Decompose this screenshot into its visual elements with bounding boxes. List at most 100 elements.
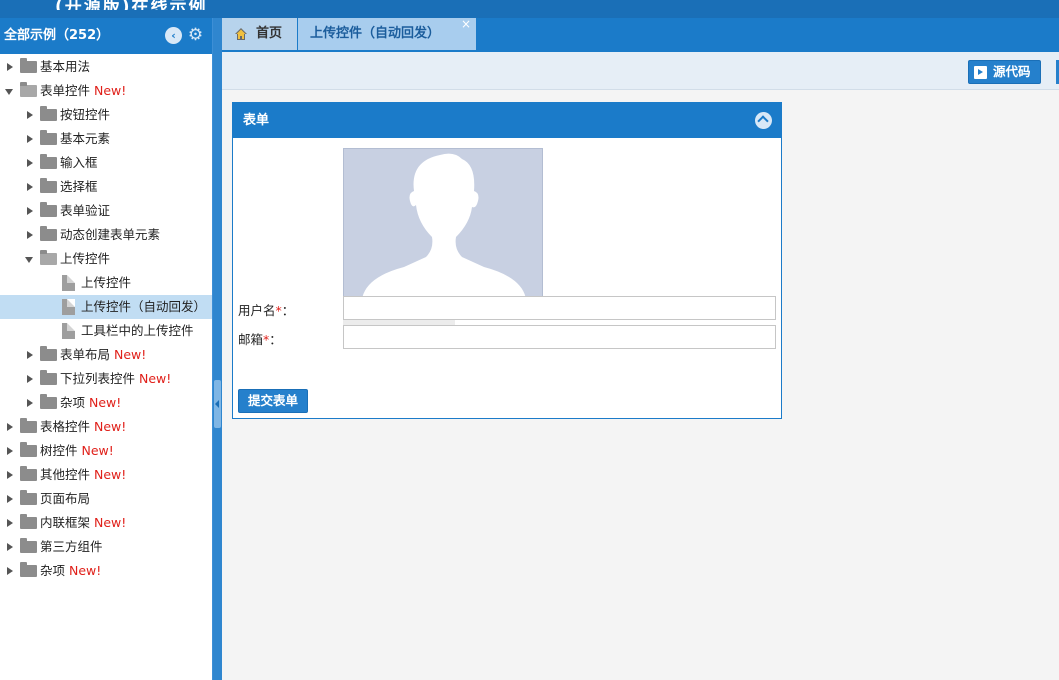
- tree-item-label: 工具栏中的上传控件: [81, 323, 194, 338]
- file-icon: [62, 275, 75, 291]
- app-title: (开源版)在线示例: [55, 0, 208, 10]
- gear-icon[interactable]: ⚙: [187, 27, 204, 44]
- chevron-down-icon[interactable]: [5, 89, 13, 95]
- new-badge: New!: [94, 467, 127, 482]
- tree-item-label: 选择框: [60, 179, 98, 194]
- form-panel-title: 表单: [243, 113, 270, 128]
- folder-icon: [20, 514, 37, 529]
- tree-folder-item[interactable]: 表格控件 New!: [0, 415, 212, 439]
- chevron-right-icon[interactable]: [27, 375, 33, 383]
- chevron-right-icon[interactable]: [7, 471, 13, 479]
- folder-icon: [20, 538, 37, 553]
- tree-item-label: 树控件 New!: [40, 443, 114, 458]
- tree-leaf-item[interactable]: 上传控件（自动回发）: [0, 295, 212, 319]
- new-badge: New!: [94, 515, 127, 530]
- sidebar: 全部示例（252） ‹ ⚙ 基本用法表单控件 New! 按钮控件基本元素输入框选择框…: [0, 18, 213, 680]
- tab-upload-label: 上传控件（自动回发）: [310, 26, 441, 41]
- folder-icon: [40, 202, 57, 217]
- tree-folder-item[interactable]: 基本元素: [0, 127, 212, 151]
- chevron-right-icon[interactable]: [7, 423, 13, 431]
- tree-folder-item[interactable]: 基本用法: [0, 55, 212, 79]
- sidebar-splitter[interactable]: [213, 18, 222, 680]
- new-badge: New!: [94, 419, 127, 434]
- tree-folder-item[interactable]: 表单布局 New!: [0, 343, 212, 367]
- tree-folder-item[interactable]: 杂项 New!: [0, 391, 212, 415]
- chevron-right-icon[interactable]: [7, 519, 13, 527]
- form-panel-header: 表单: [233, 103, 781, 138]
- tree-folder-item[interactable]: 表单验证: [0, 199, 212, 223]
- chevron-right-icon[interactable]: [7, 567, 13, 575]
- tree-folder-item[interactable]: 输入框: [0, 151, 212, 175]
- folder-icon: [40, 370, 57, 385]
- email-input[interactable]: [343, 325, 776, 349]
- tree-folder-item[interactable]: 其他控件 New!: [0, 463, 212, 487]
- tree-folder-item[interactable]: 选择框: [0, 175, 212, 199]
- source-code-button[interactable]: 源代码: [968, 60, 1041, 84]
- submit-form-button[interactable]: 提交表单: [238, 389, 308, 413]
- splitter-collapse-handle[interactable]: [214, 380, 221, 428]
- source-code-label: 源代码: [993, 64, 1031, 79]
- chevron-right-icon[interactable]: [27, 111, 33, 119]
- tree-item-label: 内联框架 New!: [40, 515, 127, 530]
- chevron-right-icon[interactable]: [27, 207, 33, 215]
- new-badge: New!: [69, 563, 102, 578]
- new-badge: New!: [114, 347, 147, 362]
- folder-icon: [20, 490, 37, 505]
- tree-folder-item[interactable]: 内联框架 New!: [0, 511, 212, 535]
- tree-item-label: 其他控件 New!: [40, 467, 127, 482]
- tree-item-label: 杂项 New!: [40, 563, 102, 578]
- tab-upload-autopostback[interactable]: 上传控件（自动回发） ×: [298, 17, 476, 50]
- folder-icon: [20, 466, 37, 481]
- tree-folder-item[interactable]: 树控件 New!: [0, 439, 212, 463]
- avatar-image: [343, 148, 543, 298]
- folder-icon: [20, 562, 37, 577]
- tree-folder-item[interactable]: 动态创建表单元素: [0, 223, 212, 247]
- tree-folder-item[interactable]: 按钮控件: [0, 103, 212, 127]
- tree-item-label: 表格控件 New!: [40, 419, 127, 434]
- chevron-right-icon[interactable]: [27, 231, 33, 239]
- chevron-right-icon[interactable]: [27, 135, 33, 143]
- chevron-right-icon[interactable]: [27, 183, 33, 191]
- folder-open-icon: [40, 250, 57, 265]
- folder-icon: [40, 346, 57, 361]
- username-input[interactable]: [343, 296, 776, 320]
- tree-item-label: 页面布局: [40, 491, 91, 506]
- close-tab-icon[interactable]: ×: [461, 8, 471, 40]
- tree-item-label: 基本元素: [60, 131, 111, 146]
- collapse-left-icon[interactable]: ‹: [165, 27, 182, 44]
- chevron-down-icon[interactable]: [25, 257, 33, 263]
- tree-item-label: 基本用法: [40, 59, 91, 74]
- new-badge: New!: [89, 395, 122, 410]
- collapse-up-icon[interactable]: [755, 112, 772, 129]
- chevron-right-icon[interactable]: [7, 447, 13, 455]
- form-panel: 表单 用户名*： 邮箱*： 提交表单: [232, 102, 782, 419]
- tree-folder-item[interactable]: 第三方组件: [0, 535, 212, 559]
- sidebar-title: 全部示例（252）: [4, 28, 110, 43]
- chevron-right-icon[interactable]: [7, 495, 13, 503]
- tree-item-label: 第三方组件: [40, 539, 103, 554]
- folder-icon: [40, 394, 57, 409]
- chevron-right-icon[interactable]: [27, 351, 33, 359]
- chevron-right-icon[interactable]: [7, 543, 13, 551]
- tree-item-label: 输入框: [60, 155, 98, 170]
- tree-folder-item[interactable]: 上传控件: [0, 247, 212, 271]
- tree-folder-item[interactable]: 杂项 New!: [0, 559, 212, 583]
- tree-item-label: 表单控件 New!: [40, 83, 127, 98]
- example-tree: 基本用法 表单控件 New! 按钮控件 基本元素 输入框 选择框 表单验证 动态创建表单元素 上传…: [0, 54, 212, 583]
- tree-leaf-item[interactable]: 上传控件: [0, 271, 212, 295]
- chevron-right-icon[interactable]: [7, 63, 13, 71]
- folder-icon: [20, 418, 37, 433]
- tree-folder-item[interactable]: 下拉列表控件 New!: [0, 367, 212, 391]
- tab-bar: 首页 上传控件（自动回发） ×: [222, 17, 1059, 52]
- tree-item-label: 上传控件: [60, 251, 111, 266]
- chevron-right-icon[interactable]: [27, 399, 33, 407]
- tree-item-label: 动态创建表单元素: [60, 227, 161, 242]
- tree-item-label: 杂项 New!: [60, 395, 122, 410]
- tree-folder-item[interactable]: 页面布局: [0, 487, 212, 511]
- tree-folder-item[interactable]: 表单控件 New!: [0, 79, 212, 103]
- tree-leaf-item[interactable]: 工具栏中的上传控件: [0, 319, 212, 343]
- tree-item-label: 表单验证: [60, 203, 111, 218]
- tab-home[interactable]: 首页: [222, 18, 297, 50]
- chevron-right-icon[interactable]: [27, 159, 33, 167]
- folder-icon: [40, 130, 57, 145]
